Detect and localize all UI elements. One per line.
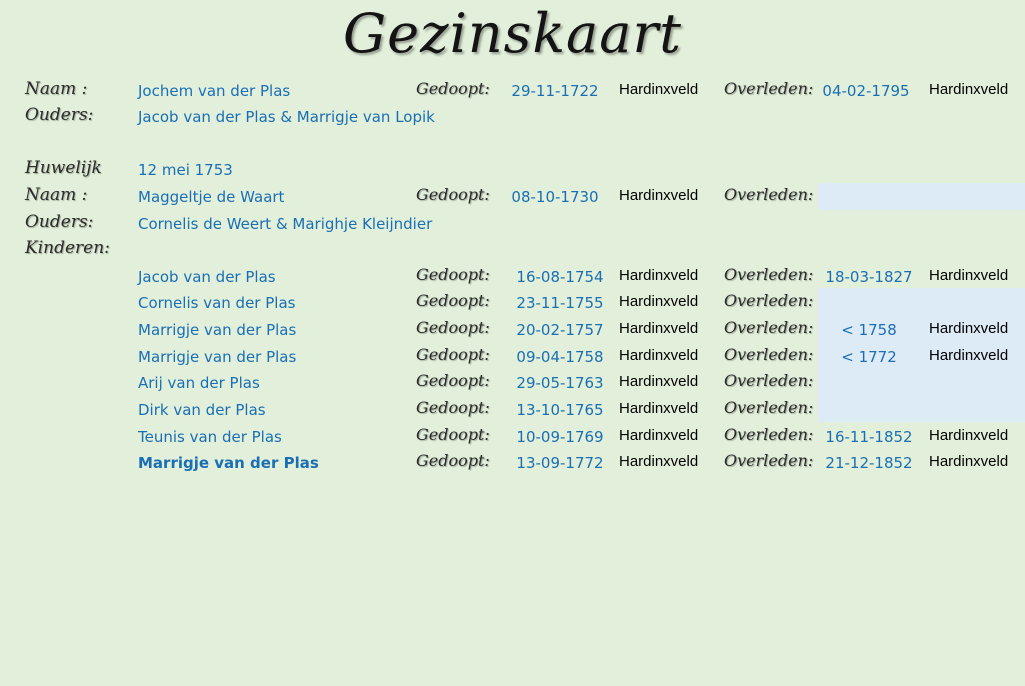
- child-died-place: Hardinxveld: [929, 427, 1009, 444]
- husband-baptized-place: Hardinxveld: [619, 81, 699, 98]
- husband-parents: Jacob van der Plas & Marrigje van Lopik: [138, 108, 435, 126]
- child-name: Cornelis van der Plas: [138, 294, 296, 312]
- children-label: Kinderen:: [25, 238, 110, 258]
- wife-baptized-place: Hardinxveld: [619, 187, 699, 204]
- child-baptized-date: 13-09-1772: [516, 454, 604, 472]
- husband-name: Jochem van der Plas: [138, 82, 291, 100]
- child-died-date: < 1772: [841, 348, 897, 366]
- wife-baptized-date: 08-10-1730: [511, 188, 599, 206]
- child-baptized-date: 16-08-1754: [516, 268, 604, 286]
- child-name: Dirk van der Plas: [138, 401, 266, 419]
- husband-died-label: Overleden:: [724, 79, 814, 98]
- child-baptized-place: Hardinxveld: [619, 453, 699, 470]
- child-baptized-date: 09-04-1758: [516, 348, 604, 366]
- child-died-place: Hardinxveld: [929, 453, 1009, 470]
- wife-parents-label: Ouders:: [25, 212, 94, 232]
- child-died-label: Overleden:: [724, 291, 814, 310]
- child-died-label: Overleden:: [724, 398, 814, 417]
- child-died-label: Overleden:: [724, 425, 814, 444]
- child-died-place: Hardinxveld: [929, 347, 1009, 364]
- wife-baptized-label: Gedoopt:: [416, 185, 490, 204]
- marriage-label: Huwelijk: [25, 158, 102, 178]
- child-died-date: 16-11-1852: [825, 428, 913, 446]
- child-name: Arij van der Plas: [138, 374, 260, 392]
- child-baptized-place: Hardinxveld: [619, 320, 699, 337]
- husband-name-label: Naam :: [25, 79, 88, 99]
- wife-parents: Cornelis de Weert & Marighje Kleijndier: [138, 215, 433, 233]
- child-name: Marrigje van der Plas: [138, 321, 297, 339]
- child-baptized-label: Gedoopt:: [416, 345, 490, 364]
- family-card: Gezinskaart Naam : Jochem van der Plas G…: [0, 0, 1025, 686]
- child-baptized-date: 20-02-1757: [516, 321, 604, 339]
- child-baptized-label: Gedoopt:: [416, 318, 490, 337]
- child-baptized-date: 23-11-1755: [516, 294, 604, 312]
- child-baptized-place: Hardinxveld: [619, 293, 699, 310]
- husband-baptized-label: Gedoopt:: [416, 79, 490, 98]
- husband-parents-label: Ouders:: [25, 105, 94, 125]
- wife-name-label: Naam :: [25, 185, 88, 205]
- child-name: Marrigje van der Plas: [138, 348, 297, 366]
- child-baptized-place: Hardinxveld: [619, 427, 699, 444]
- child-name: Teunis van der Plas: [138, 428, 282, 446]
- child-died-place: Hardinxveld: [929, 320, 1009, 337]
- child-died-label: Overleden:: [724, 371, 814, 390]
- child-baptized-label: Gedoopt:: [416, 398, 490, 417]
- wife-died-label: Overleden:: [724, 185, 814, 204]
- husband-died-place: Hardinxveld: [929, 81, 1009, 98]
- child-name: Marrigje van der Plas: [138, 454, 319, 472]
- child-baptized-label: Gedoopt:: [416, 291, 490, 310]
- child-baptized-label: Gedoopt:: [416, 265, 490, 284]
- child-died-label: Overleden:: [724, 451, 814, 470]
- page-title: Gezinskaart: [343, 2, 682, 65]
- child-baptized-date: 29-05-1763: [516, 374, 604, 392]
- child-baptized-place: Hardinxveld: [619, 267, 699, 284]
- child-baptized-place: Hardinxveld: [619, 347, 699, 364]
- husband-died-date: 04-02-1795: [822, 82, 910, 100]
- child-baptized-label: Gedoopt:: [416, 371, 490, 390]
- child-died-date: < 1758: [841, 321, 897, 339]
- child-died-label: Overleden:: [724, 265, 814, 284]
- child-died-date: 21-12-1852: [825, 454, 913, 472]
- child-name: Jacob van der Plas: [138, 268, 276, 286]
- child-baptized-date: 10-09-1769: [516, 428, 604, 446]
- wife-death-empty-cell: [818, 183, 1025, 210]
- child-died-label: Overleden:: [724, 345, 814, 364]
- child-baptized-label: Gedoopt:: [416, 425, 490, 444]
- child-died-date: 18-03-1827: [825, 268, 913, 286]
- husband-baptized-date: 29-11-1722: [511, 82, 599, 100]
- child-baptized-label: Gedoopt:: [416, 451, 490, 470]
- child-died-place: Hardinxveld: [929, 267, 1009, 284]
- child-baptized-place: Hardinxveld: [619, 373, 699, 390]
- wife-name: Maggeltje de Waart: [138, 188, 285, 206]
- child-died-label: Overleden:: [724, 318, 814, 337]
- marriage-date: 12 mei 1753: [138, 161, 233, 179]
- child-baptized-date: 13-10-1765: [516, 401, 604, 419]
- child-baptized-place: Hardinxveld: [619, 400, 699, 417]
